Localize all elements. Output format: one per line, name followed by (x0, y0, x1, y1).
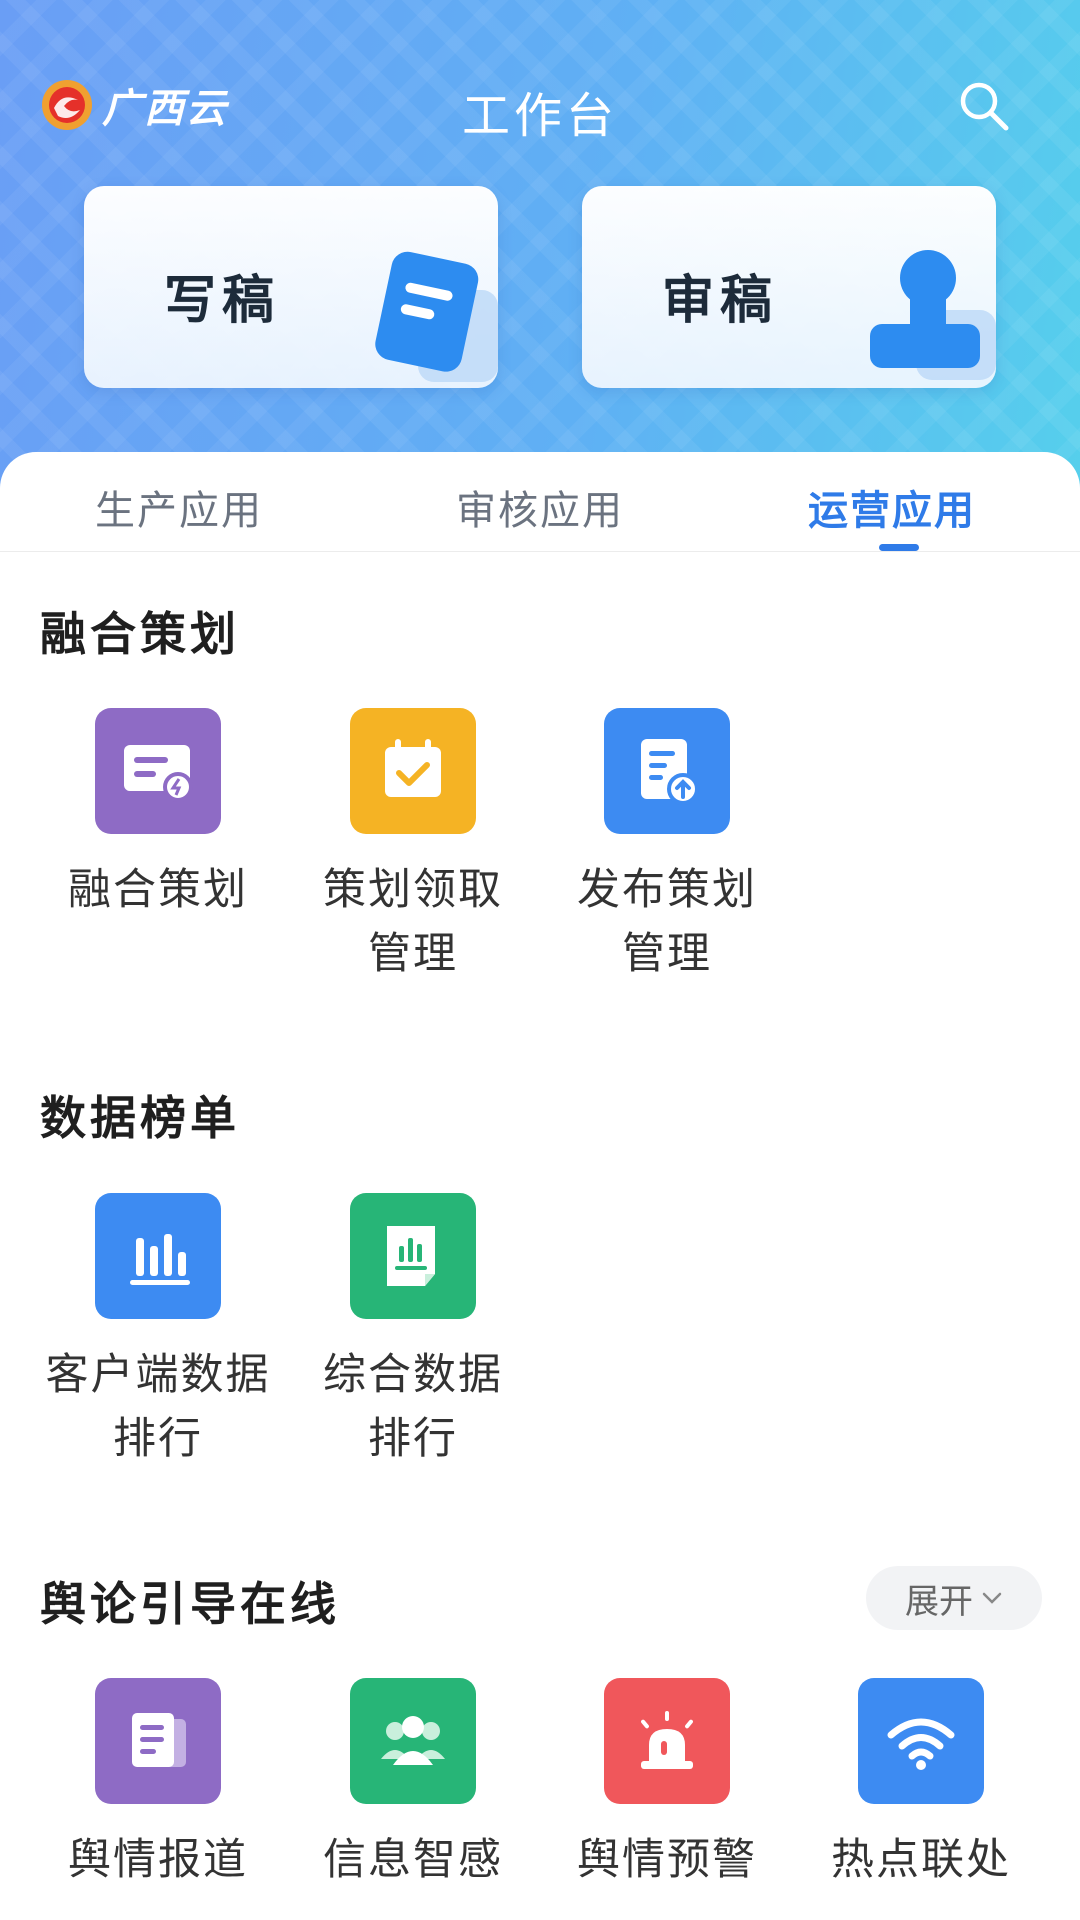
tab-production[interactable]: 生产应用 (95, 478, 263, 536)
bar-chart-icon (95, 1193, 221, 1319)
write-draft-button[interactable]: 写稿 (84, 186, 498, 388)
app-publish-plan-management[interactable]: 发布策划 管理 (542, 708, 792, 986)
alarm-icon (604, 1678, 730, 1804)
section-title-data-ranking: 数据榜单 (40, 1091, 240, 1145)
app-client-data-ranking[interactable]: 客户端数据 排行 (33, 1193, 283, 1471)
app-hotspot-handling[interactable]: 热点联处 (796, 1678, 1046, 1892)
document-upload-icon (604, 708, 730, 834)
search-icon[interactable] (956, 78, 1012, 134)
active-tab-indicator (879, 544, 919, 551)
app-comprehensive-data-ranking[interactable]: 综合数据 排行 (288, 1193, 538, 1471)
tab-divider (0, 551, 1080, 552)
app-label: 客户端数据 排行 (45, 1350, 271, 1464)
page-title: 工作台 (461, 88, 618, 144)
chevron-down-icon (982, 1592, 1002, 1604)
expand-button[interactable]: 展开 (866, 1566, 1042, 1630)
app-label: 发布策划 管理 (577, 865, 757, 979)
review-draft-label: 审稿 (662, 271, 779, 331)
app-opinion-alert[interactable]: 舆情预警 (542, 1678, 792, 1892)
stamp-icon (870, 250, 996, 380)
app-info-sensing[interactable]: 信息智感 (288, 1678, 538, 1892)
plan-card-icon (95, 708, 221, 834)
section-title-public-opinion: 舆论引导在线 (40, 1577, 340, 1631)
app-label: 策划领取 管理 (323, 865, 503, 979)
section-title-fusion-planning: 融合策划 (40, 607, 240, 661)
news-icon (95, 1678, 221, 1804)
document-icon (375, 251, 498, 382)
expand-label: 展开 (905, 1581, 973, 1622)
app-label: 舆情预警 (577, 1835, 757, 1885)
app-label: 信息智感 (323, 1835, 503, 1885)
app-opinion-report[interactable]: 舆情报道 (33, 1678, 283, 1892)
write-draft-label: 写稿 (164, 271, 281, 331)
app-label: 融合策划 (68, 865, 248, 915)
app-label: 热点联处 (831, 1835, 1011, 1885)
tab-operations[interactable]: 运营应用 (808, 478, 976, 536)
app-fusion-planning[interactable]: 融合策划 (33, 708, 283, 922)
wifi-icon (858, 1678, 984, 1804)
app-plan-claim-management[interactable]: 策划领取 管理 (288, 708, 538, 986)
group-icon (350, 1678, 476, 1804)
tab-review[interactable]: 审核应用 (456, 478, 624, 536)
report-chart-icon (350, 1193, 476, 1319)
tab-bar: 生产应用 审核应用 运营应用 (0, 452, 1080, 552)
review-draft-button[interactable]: 审稿 (582, 186, 996, 388)
calendar-check-icon (350, 708, 476, 834)
app-label: 综合数据 排行 (323, 1350, 503, 1464)
app-label: 舆情报道 (68, 1835, 248, 1885)
